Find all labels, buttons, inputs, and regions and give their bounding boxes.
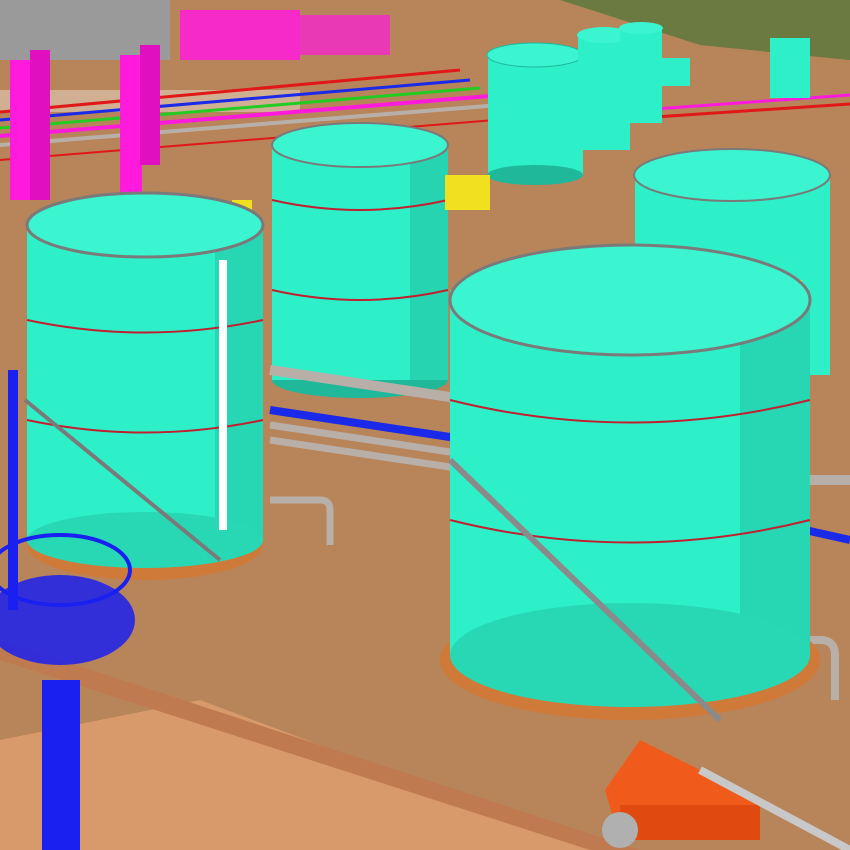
storage-tank-front	[440, 243, 820, 723]
storage-tank-middle	[271, 122, 449, 398]
storage-tank-left	[23, 191, 265, 580]
storage-tank-far-3	[619, 22, 663, 123]
storage-tank-far-1	[486, 42, 584, 185]
plant-3d-scene	[0, 0, 850, 850]
